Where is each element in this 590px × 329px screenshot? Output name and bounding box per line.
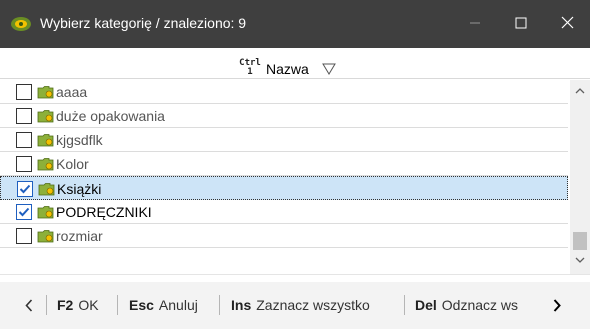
- checkbox[interactable]: [16, 108, 32, 124]
- list-item-label: rozmiar: [56, 228, 103, 244]
- toolbar-separator: [404, 295, 405, 315]
- checkbox-checked[interactable]: [17, 181, 33, 197]
- scrollbar-thumb[interactable]: [573, 232, 587, 250]
- toolbar-separator: [219, 295, 220, 315]
- scroll-down-icon[interactable]: [570, 252, 590, 268]
- toolbar-separator: [46, 295, 47, 315]
- shortcut-hint: Ctrl 1: [237, 59, 263, 77]
- close-button[interactable]: [544, 0, 590, 48]
- folder-icon: [37, 229, 55, 243]
- check-icon: [18, 207, 30, 217]
- list-item[interactable]: Kolor: [0, 152, 568, 176]
- checkbox-checked[interactable]: [16, 204, 32, 220]
- checkbox[interactable]: [16, 156, 32, 172]
- list-item[interactable]: aaaa: [0, 80, 568, 104]
- shortcut-hint-key: 1: [247, 67, 253, 77]
- checkbox[interactable]: [16, 84, 32, 100]
- folder-icon: [37, 85, 55, 99]
- cancel-label: Anuluj: [158, 297, 198, 313]
- column-title[interactable]: Nazwa: [266, 61, 309, 77]
- maximize-icon: [515, 17, 527, 32]
- folder-icon: [38, 182, 56, 196]
- minimize-icon: [469, 17, 481, 32]
- ok-button[interactable]: F2 OK: [57, 297, 99, 313]
- bottom-toolbar: F2 OK Esc Anuluj Ins Zaznacz wszystko Del Od…: [0, 282, 590, 329]
- deselect-all-button[interactable]: Del Odznacz ws: [415, 297, 565, 313]
- deselect-all-label: Odznacz ws: [441, 297, 519, 313]
- list-item[interactable]: PODRĘCZNIKI: [0, 200, 568, 224]
- list-item-label: duże opakowania: [56, 108, 165, 124]
- toolbar-separator: [117, 295, 118, 315]
- list-item-label: PODRĘCZNIKI: [56, 204, 152, 220]
- sort-triangle-icon[interactable]: [322, 63, 336, 75]
- folder-icon: [37, 157, 55, 171]
- window-title: Wybierz kategorię / znaleziono: 9: [40, 15, 247, 31]
- list-item[interactable]: kjgsdflk: [0, 128, 568, 152]
- maximize-button[interactable]: [498, 0, 544, 48]
- divider: [0, 274, 590, 275]
- cancel-shortcut: Esc: [129, 297, 154, 313]
- title-bar: Wybierz kategorię / znaleziono: 9: [0, 0, 590, 48]
- folder-icon: [37, 133, 55, 147]
- list-item-label: Książki: [57, 181, 102, 197]
- app-logo-icon: [10, 14, 32, 32]
- folder-icon: [37, 205, 55, 219]
- checkbox[interactable]: [16, 132, 32, 148]
- cancel-button[interactable]: Esc Anuluj: [129, 297, 198, 313]
- category-list: aaaa duże opakowania kjgsdflk Kolor Ksią…: [0, 80, 568, 258]
- list-item[interactable]: duże opakowania: [0, 104, 568, 128]
- list-item-label: aaaa: [56, 84, 88, 100]
- minimize-button[interactable]: [452, 0, 498, 48]
- scroll-up-icon[interactable]: [570, 82, 590, 98]
- vertical-scrollbar[interactable]: [570, 80, 590, 274]
- list-item[interactable]: rozmiar: [0, 224, 568, 248]
- list-item-label: Kolor: [56, 156, 89, 172]
- list-item-label: kjgsdflk: [56, 132, 103, 148]
- select-all-label: Zaznacz wszystko: [256, 297, 370, 313]
- chevron-right-icon[interactable]: [548, 294, 566, 316]
- select-all-button[interactable]: Ins Zaznacz wszystko: [231, 297, 370, 313]
- close-icon: [561, 16, 574, 32]
- chevron-left-icon[interactable]: [20, 294, 38, 316]
- ok-label: OK: [78, 297, 99, 313]
- deselect-all-shortcut: Del: [415, 297, 437, 313]
- folder-icon: [37, 109, 55, 123]
- select-all-shortcut: Ins: [231, 297, 252, 313]
- check-icon: [19, 184, 31, 194]
- checkbox[interactable]: [16, 228, 32, 244]
- ok-shortcut: F2: [57, 297, 74, 313]
- list-item-selected[interactable]: Książki: [0, 176, 568, 200]
